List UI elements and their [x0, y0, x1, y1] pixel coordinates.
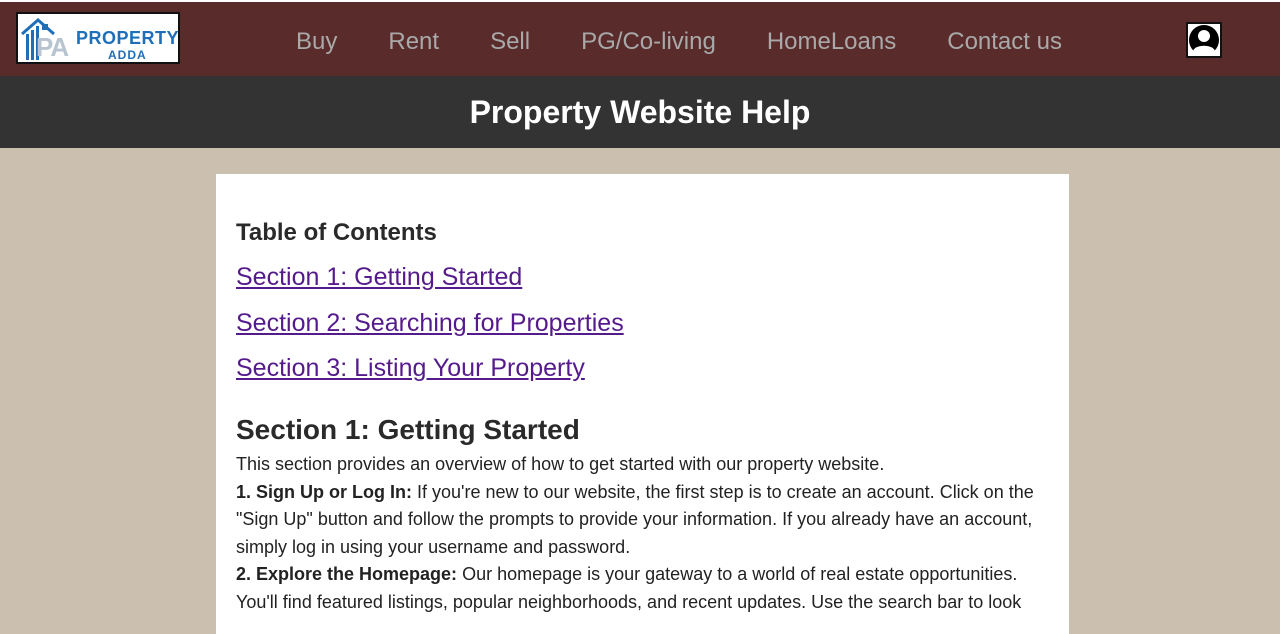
step-2-label: 2. Explore the Homepage:: [236, 564, 458, 584]
nav-links: Buy Rent Sell PG/Co-living HomeLoans Con…: [296, 24, 1113, 60]
logo-initials: PA: [36, 32, 69, 62]
nav-homeloans[interactable]: HomeLoans: [767, 24, 896, 60]
section-1-title: Section 1: Getting Started: [236, 414, 580, 445]
nav-sell[interactable]: Sell: [490, 24, 530, 60]
logo-title: PROPERTY: [76, 28, 180, 48]
section-1-step-2: 2. Explore the Homepage: Our homepage is…: [236, 561, 1049, 616]
navbar: PA PROPERTY ADDA Buy Rent Sell PG/Co-liv…: [0, 2, 1280, 76]
logo-subtitle: ADDA: [108, 48, 147, 62]
nav-pg-coliving[interactable]: PG/Co-living: [581, 24, 716, 60]
toc-title: Table of Contents: [236, 219, 437, 246]
toc-link-section-2[interactable]: Section 2: Searching for Properties: [236, 308, 1049, 338]
step-1-label: 1. Sign Up or Log In:: [236, 481, 412, 502]
page-title: Property Website Help: [469, 94, 811, 130]
page-banner: Property Website Help: [0, 76, 1280, 148]
toc-link-section-1[interactable]: Section 1: Getting Started: [236, 262, 1049, 292]
nav-buy[interactable]: Buy: [296, 24, 337, 60]
nav-rent[interactable]: Rent: [388, 24, 439, 60]
nav-contact-us[interactable]: Contact us: [947, 24, 1062, 60]
user-avatar-button[interactable]: [1186, 22, 1222, 58]
help-content-card: Table of Contents Section 1: Getting Sta…: [216, 174, 1069, 634]
toc-link-section-3[interactable]: Section 3: Listing Your Property: [236, 353, 1049, 383]
section-1-step-1: 1. Sign Up or Log In: If you're new to o…: [236, 479, 1049, 562]
section-1-intro: This section provides an overview of how…: [236, 454, 885, 474]
logo[interactable]: PA PROPERTY ADDA: [16, 12, 180, 64]
user-icon: [1189, 25, 1219, 55]
